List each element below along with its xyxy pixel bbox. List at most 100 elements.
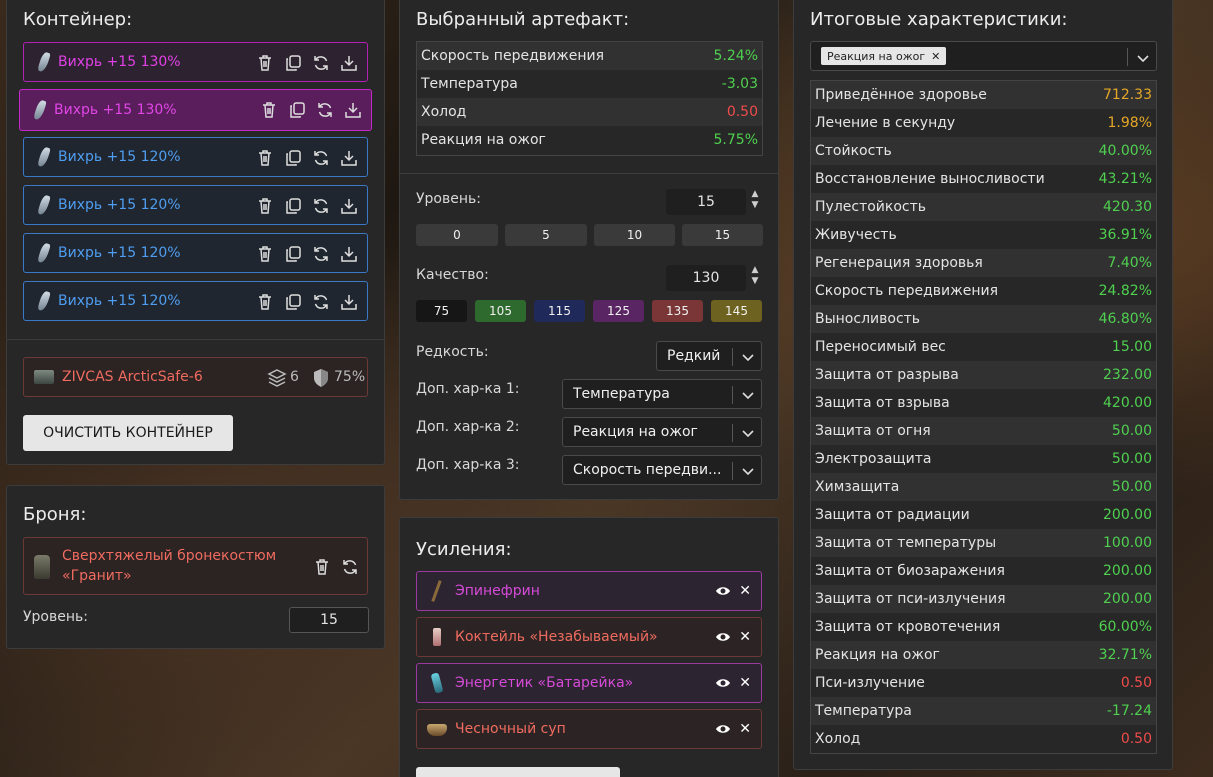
extra1-select[interactable]: Температура [562,379,762,409]
boost-item[interactable]: Энергетик «Батарейка» ✕ [416,663,762,703]
rarity-select[interactable]: Редкий [656,341,762,371]
clear-container-button[interactable]: ОЧИСТИТЬ КОНТЕЙНЕР [23,415,233,451]
container-item[interactable]: Вихрь +15 130% [19,89,372,131]
delete-icon[interactable] [255,244,275,264]
delete-icon[interactable] [255,53,275,73]
stat-value: 50.00 [1111,479,1152,495]
stat-value: 7.40% [1107,255,1152,271]
close-icon[interactable]: ✕ [739,583,751,599]
stat-name: Электрозащита [815,451,932,467]
totals-stat-row: Холод 0.50 [811,725,1156,753]
case-slots: 6 [290,369,299,385]
chevron-down-icon [741,350,755,364]
armor-level-input[interactable]: 15 [289,607,369,633]
copy-icon[interactable] [283,53,303,73]
level-preset[interactable]: 5 [505,224,587,246]
quality-preset[interactable]: 115 [534,300,585,322]
extra1-label: Доп. хар-ка 1: [416,381,520,397]
totals-stat-row: Защита от взрыва 420.00 [811,389,1156,417]
copy-icon[interactable] [287,100,307,120]
refresh-icon[interactable] [340,557,360,577]
container-item[interactable]: Вихрь +15 120% [23,233,368,273]
download-icon[interactable] [339,148,359,168]
boost-item[interactable]: Коктейль «Незабываемый» ✕ [416,617,762,657]
quality-preset[interactable]: 75 [416,300,467,322]
stat-name: Приведённое здоровье [815,87,987,103]
stat-name: Защита от взрыва [815,395,950,411]
refresh-icon[interactable] [315,100,335,120]
container-item[interactable]: Вихрь +15 120% [23,281,368,321]
level-preset[interactable]: 15 [682,224,763,246]
stat-name: Живучесть [815,227,897,243]
stat-value: 100.00 [1103,535,1152,551]
soup-icon [427,718,447,740]
copy-icon[interactable] [283,292,303,312]
armor-icon [34,555,50,579]
download-icon[interactable] [339,292,359,312]
close-icon[interactable]: ✕ [739,629,751,645]
artifact-stats-table: Скорость передвижения 5.24% Температура -3… [416,41,763,156]
totals-stat-row: Стойкость 40.00% [811,137,1156,165]
container-item[interactable]: Вихрь +15 120% [23,185,368,225]
level-preset[interactable]: 10 [594,224,675,246]
artifact-icon [32,99,48,121]
boosts-add-button[interactable] [416,767,620,777]
refresh-icon[interactable] [311,196,331,216]
quality-preset[interactable]: 105 [475,300,526,322]
artifact-icon [36,146,52,168]
totals-stat-row: Защита от кровотечения 60.00% [811,613,1156,641]
eye-icon[interactable] [715,583,731,599]
copy-icon[interactable] [283,244,303,264]
eye-icon[interactable] [715,675,731,691]
totals-panel: Итоговые характеристики: Реакция на ожог… [793,0,1173,770]
chevron-down-icon [741,464,755,478]
delete-icon[interactable] [255,196,275,216]
tag-remove-icon[interactable]: ✕ [931,50,940,63]
container-case[interactable]: ZIVCAS ArcticSafe-6 6 75% [23,357,368,397]
delete-icon[interactable] [312,557,332,577]
totals-table: Приведённое здоровье 712.33 Лечение в секу… [810,80,1157,754]
boost-item[interactable]: Эпинефрин ✕ [416,571,762,611]
copy-icon[interactable] [283,196,303,216]
close-icon[interactable]: ✕ [739,721,751,737]
level-input[interactable]: 15 [666,189,746,215]
container-item[interactable]: Вихрь +15 130% [23,42,368,82]
download-icon[interactable] [339,53,359,73]
totals-filter[interactable]: Реакция на ожог ✕ [810,41,1157,71]
boost-item[interactable]: Чесночный суп ✕ [416,709,762,749]
item-actions [255,292,359,312]
download-icon[interactable] [339,244,359,264]
refresh-icon[interactable] [311,244,331,264]
quality-preset[interactable]: 125 [593,300,644,322]
chevron-down-icon[interactable] [1136,50,1150,64]
quality-preset[interactable]: 145 [711,300,762,322]
artifact-stat-row: Температура -3.03 [421,76,758,92]
level-stepper[interactable]: ▲ ▼ [750,189,760,211]
eye-icon[interactable] [715,629,731,645]
close-icon[interactable]: ✕ [739,675,751,691]
totals-stat-row: Химзащита 50.00 [811,473,1156,501]
armor-item[interactable]: Сверхтяжелый бронекостюм «Гранит» [23,537,368,595]
download-icon[interactable] [343,100,363,120]
level-label: Уровень: [416,191,481,207]
quality-stepper[interactable]: ▲ ▼ [750,265,760,287]
artifact-icon [36,51,52,73]
totals-stat-row: Выносливость 46.80% [811,305,1156,333]
stat-value: 46.80% [1098,311,1152,327]
delete-icon[interactable] [255,292,275,312]
eye-icon[interactable] [715,721,731,737]
refresh-icon[interactable] [311,148,331,168]
refresh-icon[interactable] [311,53,331,73]
download-icon[interactable] [339,196,359,216]
stat-value: 43.21% [1098,171,1152,187]
refresh-icon[interactable] [311,292,331,312]
quality-preset[interactable]: 135 [652,300,703,322]
delete-icon[interactable] [255,148,275,168]
delete-icon[interactable] [259,100,279,120]
copy-icon[interactable] [283,148,303,168]
level-preset[interactable]: 0 [416,224,498,246]
quality-input[interactable]: 130 [666,265,746,291]
extra2-select[interactable]: Реакция на ожог [562,417,762,447]
container-item[interactable]: Вихрь +15 120% [23,137,368,177]
extra3-select[interactable]: Скорость передви... [562,455,762,485]
